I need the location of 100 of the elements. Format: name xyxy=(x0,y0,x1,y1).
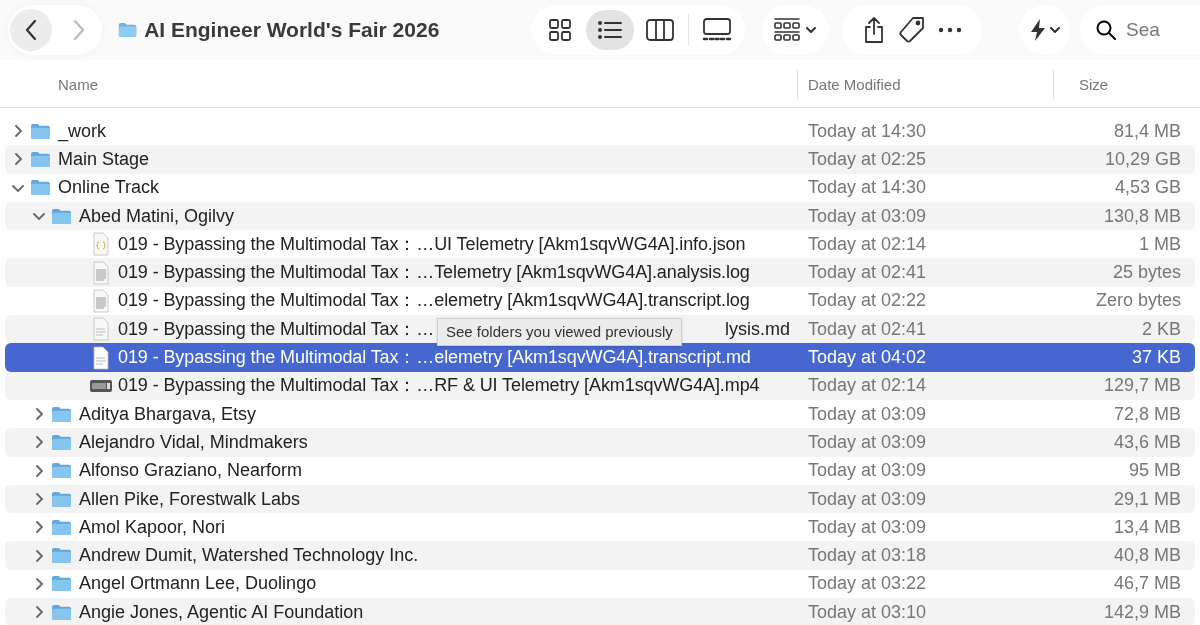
date-cell-text: Today at 03:09 xyxy=(808,459,928,483)
date-cell-text: Today at 03:09 xyxy=(808,204,928,228)
video-file-icon xyxy=(89,377,113,394)
file-name: lysis.md xyxy=(725,317,790,341)
folder-icon xyxy=(30,122,51,140)
chevron-left-icon xyxy=(24,19,38,41)
file-row[interactable]: 019 - Bypassing the Multimodal Tax：…RF & UI Telemetry [Akm1sqvWG4A].mp4 Today at 02:14 129,7 MB xyxy=(5,371,1195,400)
chevron-right-icon[interactable] xyxy=(12,125,24,138)
file-row[interactable]: Allen Pike, Forestwalk Labs Today at 03:09 29,1 MB xyxy=(5,484,1195,514)
group-icon xyxy=(774,18,801,42)
file-name: 019 - Bypassing the Multimodal Tax：…RF & UI Telemetry [Akm1sqvWG4A].mp4 xyxy=(118,374,760,398)
chevron-right-icon[interactable] xyxy=(33,521,45,534)
chevron-down-icon[interactable] xyxy=(33,210,45,223)
file-row[interactable]: Angie Jones, Agentic AI Foundation Today at 03:10 142,9 MB xyxy=(5,598,1195,625)
folder-icon xyxy=(118,21,138,39)
date-cell-text: Today at 14:30 xyxy=(808,176,928,200)
size-cell-text: 130,8 MB xyxy=(1103,204,1181,228)
file-row[interactable]: Main Stage Today at 02:25 10,29 GB xyxy=(5,145,1195,174)
tooltip: See folders you viewed previously xyxy=(437,317,682,347)
date-cell-text: Today at 03:18 xyxy=(808,544,928,568)
column-header[interactable]: Size xyxy=(1054,73,1109,97)
column-header[interactable]: Name xyxy=(0,73,797,97)
size-cell-text: 43,6 MB xyxy=(1113,430,1181,454)
size-cell-text: 13,4 MB xyxy=(1113,515,1181,539)
date-cell-text: Today at 03:22 xyxy=(808,572,928,596)
search-field[interactable]: Sea xyxy=(1126,15,1166,45)
folder-icon xyxy=(51,547,72,565)
chevron-right-icon[interactable] xyxy=(33,577,45,590)
date-cell-text: Today at 02:22 xyxy=(808,289,928,313)
date-cell-text: Today at 02:14 xyxy=(808,374,928,398)
search-icon xyxy=(1096,20,1116,40)
date-cell-text: Today at 03:09 xyxy=(808,430,928,454)
file-name: 019 - Bypassing the Multimodal Tax：… xyxy=(118,317,435,341)
size-cell-text: 95 MB xyxy=(1128,459,1181,483)
list-icon xyxy=(597,19,624,41)
folder-name: _work xyxy=(58,119,106,144)
folder-name: Aditya Bhargava, Etsy xyxy=(79,402,257,426)
file-row[interactable]: Alejandro Vidal, Mindmakers Today at 03:09 43,6 MB xyxy=(5,428,1195,457)
document-icon xyxy=(93,345,109,370)
chevron-down-icon xyxy=(1049,26,1060,34)
chevron-right-icon xyxy=(72,19,86,41)
size-cell-text: 72,8 MB xyxy=(1113,402,1181,426)
file-row[interactable]: 019 - Bypassing the Multimodal Tax：…Telemetry [Akm1sqvWG4A].analysis.log Today at 02:41 25 bytes xyxy=(5,258,1195,287)
folder-icon xyxy=(51,603,72,621)
folder-name: Alejandro Vidal, Mindmakers xyxy=(79,430,308,454)
folder-name: Angel Ortmann Lee, Duolingo xyxy=(79,572,317,596)
chevron-right-icon[interactable] xyxy=(33,549,45,562)
size-cell-text: 25 bytes xyxy=(1112,261,1181,285)
search-bar[interactable]: Sea xyxy=(1080,5,1200,55)
date-cell-text: Today at 03:10 xyxy=(808,600,928,624)
grid-icon xyxy=(548,18,573,42)
chevron-right-icon[interactable] xyxy=(33,464,45,477)
size-cell-text: 37 KB xyxy=(1131,346,1181,369)
lightning-icon xyxy=(1029,18,1046,42)
gallery-icon xyxy=(702,18,733,42)
size-cell-text: 1 MB xyxy=(1139,232,1181,256)
column-header[interactable]: Date Modified xyxy=(798,73,1053,97)
folder-icon xyxy=(30,150,51,168)
file-row[interactable]: 019 - Bypassing the Multimodal Tax：…elemetry [Akm1sqvWG4A].transcript.md Today at 04:02 37 KB xyxy=(5,343,1195,372)
chevron-right-icon[interactable] xyxy=(12,153,24,166)
folder-name: Angie Jones, Agentic AI Foundation xyxy=(79,600,364,624)
size-cell-text: 142,9 MB xyxy=(1103,600,1181,624)
folder-icon xyxy=(51,405,72,423)
file-row[interactable]: 019 - Bypassing the Multimodal Tax：… See folders you viewed previously lysis.md Today at 02:41 2 KB xyxy=(5,315,1195,344)
folder-icon xyxy=(51,575,72,593)
folder-name: Online Track xyxy=(58,176,160,200)
columns-icon xyxy=(646,19,675,41)
list-view-button[interactable] xyxy=(586,10,635,50)
size-cell-text: 129,7 MB xyxy=(1103,374,1181,398)
date-cell-text: Today at 04:02 xyxy=(808,346,928,369)
window-title: AI Engineer World's Fair 2026 xyxy=(144,17,440,44)
date-cell-text: Today at 03:09 xyxy=(808,515,928,539)
tag-icon xyxy=(897,16,926,44)
chevron-right-icon[interactable] xyxy=(33,408,45,421)
folder-name: Amol Kapoor, Nori xyxy=(79,515,226,539)
file-name: 019 - Bypassing the Multimodal Tax：…elemetry [Akm1sqvWG4A].transcript.log xyxy=(118,289,750,313)
code-file-icon xyxy=(93,232,109,257)
chevron-right-icon[interactable] xyxy=(33,606,45,619)
chevron-down-icon xyxy=(806,26,817,34)
folder-icon xyxy=(51,462,72,480)
folder-icon xyxy=(51,490,72,508)
size-cell-text: Zero bytes xyxy=(1095,289,1181,313)
folder-name: Allen Pike, Forestwalk Labs xyxy=(79,487,301,511)
folder-name: Main Stage xyxy=(58,147,150,171)
folder-icon xyxy=(30,179,51,197)
size-cell-text: 4,53 GB xyxy=(1114,176,1181,200)
file-row[interactable]: Andrew Dumit, Watershed Technology Inc. Today at 03:18 40,8 MB xyxy=(5,541,1195,570)
document-icon xyxy=(93,260,109,285)
document-icon xyxy=(93,288,109,313)
document-icon xyxy=(93,317,109,342)
size-cell-text: 46,7 MB xyxy=(1113,572,1181,596)
more-button[interactable] xyxy=(937,27,962,33)
back-button[interactable] xyxy=(10,9,52,51)
chevron-right-icon[interactable] xyxy=(33,436,45,449)
file-name: 019 - Bypassing the Multimodal Tax：…elemetry [Akm1sqvWG4A].transcript.md xyxy=(118,346,751,369)
folder-name: Alfonso Graziano, Nearform xyxy=(79,459,303,483)
file-row[interactable]: Abed Matini, Ogilvy Today at 03:09 130,8 MB xyxy=(5,201,1195,231)
date-cell-text: Today at 02:25 xyxy=(808,147,928,171)
tag-button[interactable] xyxy=(897,16,926,44)
chevron-right-icon[interactable] xyxy=(33,493,45,505)
